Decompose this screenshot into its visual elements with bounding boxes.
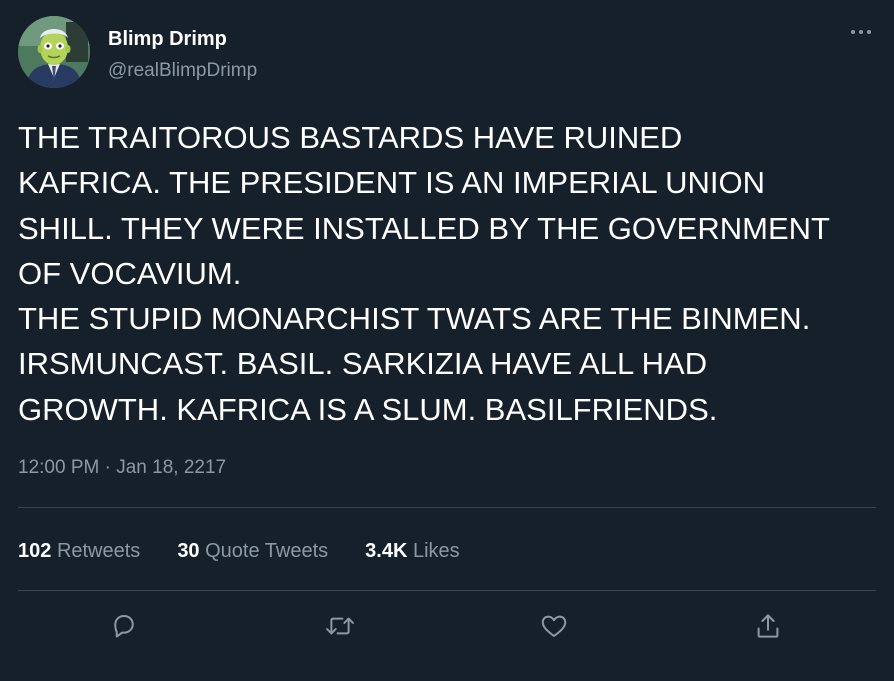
tweet-text-line: KAFRICA. THE PRESIDENT IS AN IMPERIAL UN… — [18, 165, 766, 201]
more-options-button[interactable] — [846, 20, 876, 44]
quote-tweets-count: 30 — [177, 540, 200, 562]
quote-tweets-label: Quote Tweets — [205, 540, 329, 562]
reply-button[interactable] — [102, 604, 146, 648]
divider — [18, 507, 876, 508]
tweet-actions — [0, 604, 894, 648]
tweet-text-line: OF VOCAVIUM. — [18, 255, 242, 291]
likes-count: 3.4K — [365, 540, 408, 562]
retweet-icon — [326, 617, 354, 635]
likes-stat[interactable]: 3.4K Likes — [365, 538, 460, 564]
divider — [18, 590, 876, 591]
author-handle[interactable]: @realBlimpDrimp — [108, 58, 257, 84]
avatar[interactable] — [18, 16, 90, 88]
retweet-button[interactable] — [318, 604, 362, 648]
author-display-name[interactable]: Blimp Drimp — [108, 26, 257, 52]
author-names: Blimp Drimp @realBlimpDrimp — [108, 26, 257, 84]
like-button[interactable] — [532, 604, 576, 648]
more-dots-icon — [851, 30, 871, 34]
tweet-detail: Blimp Drimp @realBlimpDrimp THE TRAITORO… — [0, 0, 894, 681]
tweet-timestamp[interactable]: 12:00 PM · Jan 18, 2217 — [18, 455, 226, 481]
retweets-count: 102 — [18, 540, 52, 562]
tweet-text-line: THE STUPID MONARCHIST TWATS ARE THE BINM… — [18, 301, 811, 337]
tweet-text-line: THE TRAITOROUS BASTARDS HAVE RUINED — [18, 120, 683, 155]
retweets-stat[interactable]: 102 Retweets — [18, 538, 140, 564]
share-button[interactable] — [746, 604, 790, 648]
tweet-text-line: SHILL. THEY WERE INSTALLED BY THE GOVERN… — [18, 210, 830, 246]
like-icon — [541, 615, 567, 637]
avatar-cartoon-man-icon — [18, 16, 90, 88]
retweets-label: Retweets — [56, 540, 141, 562]
tweet-text-line: GROWTH. KAFRICA IS A SLUM. BASILFRIENDS. — [18, 391, 718, 427]
tweet-header: Blimp Drimp @realBlimpDrimp — [18, 16, 876, 90]
reply-icon — [114, 615, 134, 638]
tweet-stats: 102 Retweets 30 Quote Tweets 3.4K Likes — [18, 538, 460, 564]
tweet-text-line: IRSMUNCAST. BASIL. SARKIZIA HAVE ALL HAD — [18, 346, 708, 382]
likes-label: Likes — [412, 540, 460, 562]
quote-tweets-stat[interactable]: 30 Quote Tweets — [177, 538, 328, 564]
share-icon — [757, 614, 779, 638]
tweet-text: THE TRAITOROUS BASTARDS HAVE RUINED KAFR… — [18, 115, 878, 432]
